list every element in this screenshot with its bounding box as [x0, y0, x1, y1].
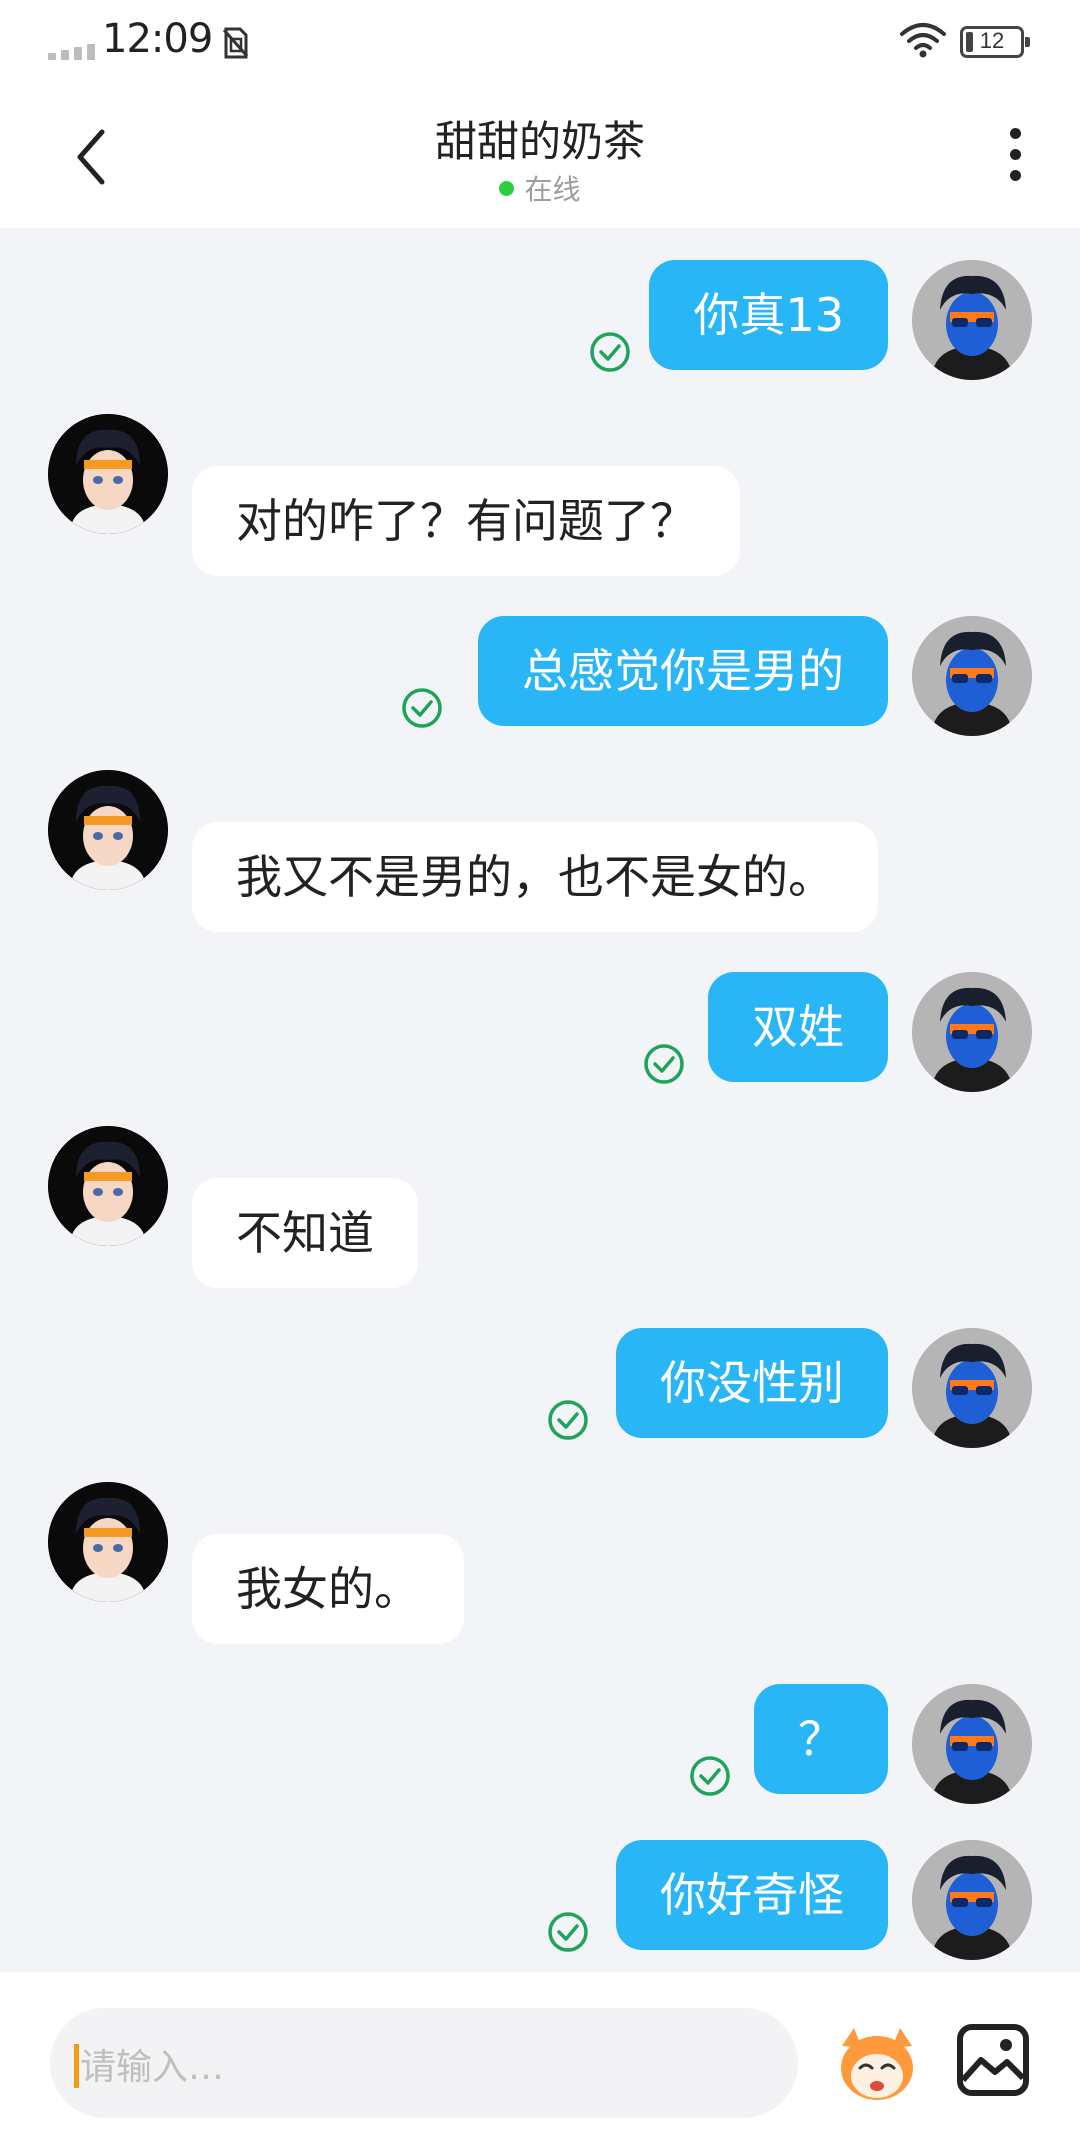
status-time: 12:09 — [102, 16, 213, 62]
my-avatar[interactable] — [912, 260, 1032, 380]
message-bubble-sent[interactable]: 你真13 — [649, 260, 888, 370]
read-check-icon — [402, 688, 442, 728]
online-dot-icon — [499, 180, 515, 196]
read-check-icon — [690, 1756, 730, 1796]
contact-avatar[interactable] — [48, 770, 168, 890]
more-options-icon[interactable] — [1000, 128, 1030, 198]
message-bubble-received[interactable]: 对的咋了？有问题了？ — [192, 466, 740, 576]
contact-name: 甜甜的奶茶 — [434, 117, 645, 166]
battery-icon: 12 — [960, 26, 1030, 58]
online-status-text: 在线 — [524, 173, 581, 206]
message-bubble-received[interactable]: 我女的。 — [192, 1534, 464, 1644]
my-avatar[interactable] — [912, 1684, 1032, 1804]
read-check-icon — [548, 1912, 588, 1952]
no-sim-icon — [222, 27, 249, 59]
message-list[interactable]: 你真13 对的咋了？有问题了？ 总感觉你是男的 我又不是男的，也不是女的。 双姓 — [0, 228, 1080, 1972]
input-bar: 请输入… — [0, 1972, 1080, 2154]
chat-header: 甜甜的奶茶 在线 — [0, 90, 1080, 228]
my-avatar[interactable] — [912, 1840, 1032, 1960]
message-bubble-received[interactable]: 不知道 — [192, 1178, 418, 1288]
read-check-icon — [590, 332, 630, 372]
my-avatar[interactable] — [912, 972, 1032, 1092]
my-avatar[interactable] — [912, 1328, 1032, 1448]
contact-avatar[interactable] — [48, 1126, 168, 1246]
status-bar: 12:09 12 — [0, 0, 1080, 90]
read-check-icon — [548, 1400, 588, 1440]
contact-avatar[interactable] — [48, 1482, 168, 1602]
message-bubble-sent[interactable]: ？ — [754, 1684, 888, 1794]
message-bubble-received[interactable]: 我又不是男的，也不是女的。 — [192, 822, 878, 932]
input-placeholder: 请输入… — [80, 2047, 225, 2088]
wifi-icon — [900, 23, 946, 58]
message-input[interactable]: 请输入… — [50, 2008, 798, 2118]
contact-avatar[interactable] — [48, 414, 168, 534]
message-bubble-sent[interactable]: 双姓 — [708, 972, 888, 1082]
signal-icon — [48, 40, 108, 60]
message-bubble-sent[interactable]: 你好奇怪 — [616, 1840, 888, 1950]
message-bubble-sent[interactable]: 总感觉你是男的 — [478, 616, 888, 726]
image-icon[interactable] — [955, 2022, 1031, 2098]
emoji-sticker-icon[interactable] — [832, 2016, 922, 2106]
read-check-icon — [644, 1044, 684, 1084]
my-avatar[interactable] — [912, 616, 1032, 736]
message-bubble-sent[interactable]: 你没性别 — [616, 1328, 888, 1438]
online-status: 在线 — [0, 168, 1080, 208]
text-caret — [74, 2044, 79, 2088]
battery-level: 12 — [979, 28, 1005, 53]
